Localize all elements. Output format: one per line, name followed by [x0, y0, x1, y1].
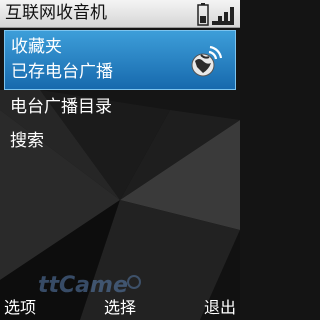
menu-item-label: 电台广播目录: [10, 97, 112, 117]
menu-item-station-directory[interactable]: 电台广播目录: [0, 92, 240, 126]
softkey-bar: 选项 选择 退出: [0, 298, 240, 320]
battery-icon: [197, 3, 209, 26]
watermark-logo: ttCame: [38, 273, 141, 298]
svg-text:ttCame: ttCame: [38, 273, 128, 298]
menu-item-favorites[interactable]: 收藏夹 已存电台广播: [4, 30, 236, 90]
menu-item-title: 收藏夹: [11, 37, 62, 57]
app-title: 互联网收音机: [5, 3, 107, 23]
globe-wifi-icon: [191, 45, 223, 77]
menu-item-search[interactable]: 搜索: [0, 126, 240, 160]
menu-item-label: 搜索: [10, 131, 44, 151]
menu-item-subtitle: 已存电台广播: [11, 62, 113, 82]
status-indicators: [197, 3, 234, 26]
title-bar: 互联网收音机: [0, 0, 240, 28]
exit-softkey[interactable]: 退出: [204, 298, 236, 318]
signal-strength-icon: [212, 7, 234, 25]
